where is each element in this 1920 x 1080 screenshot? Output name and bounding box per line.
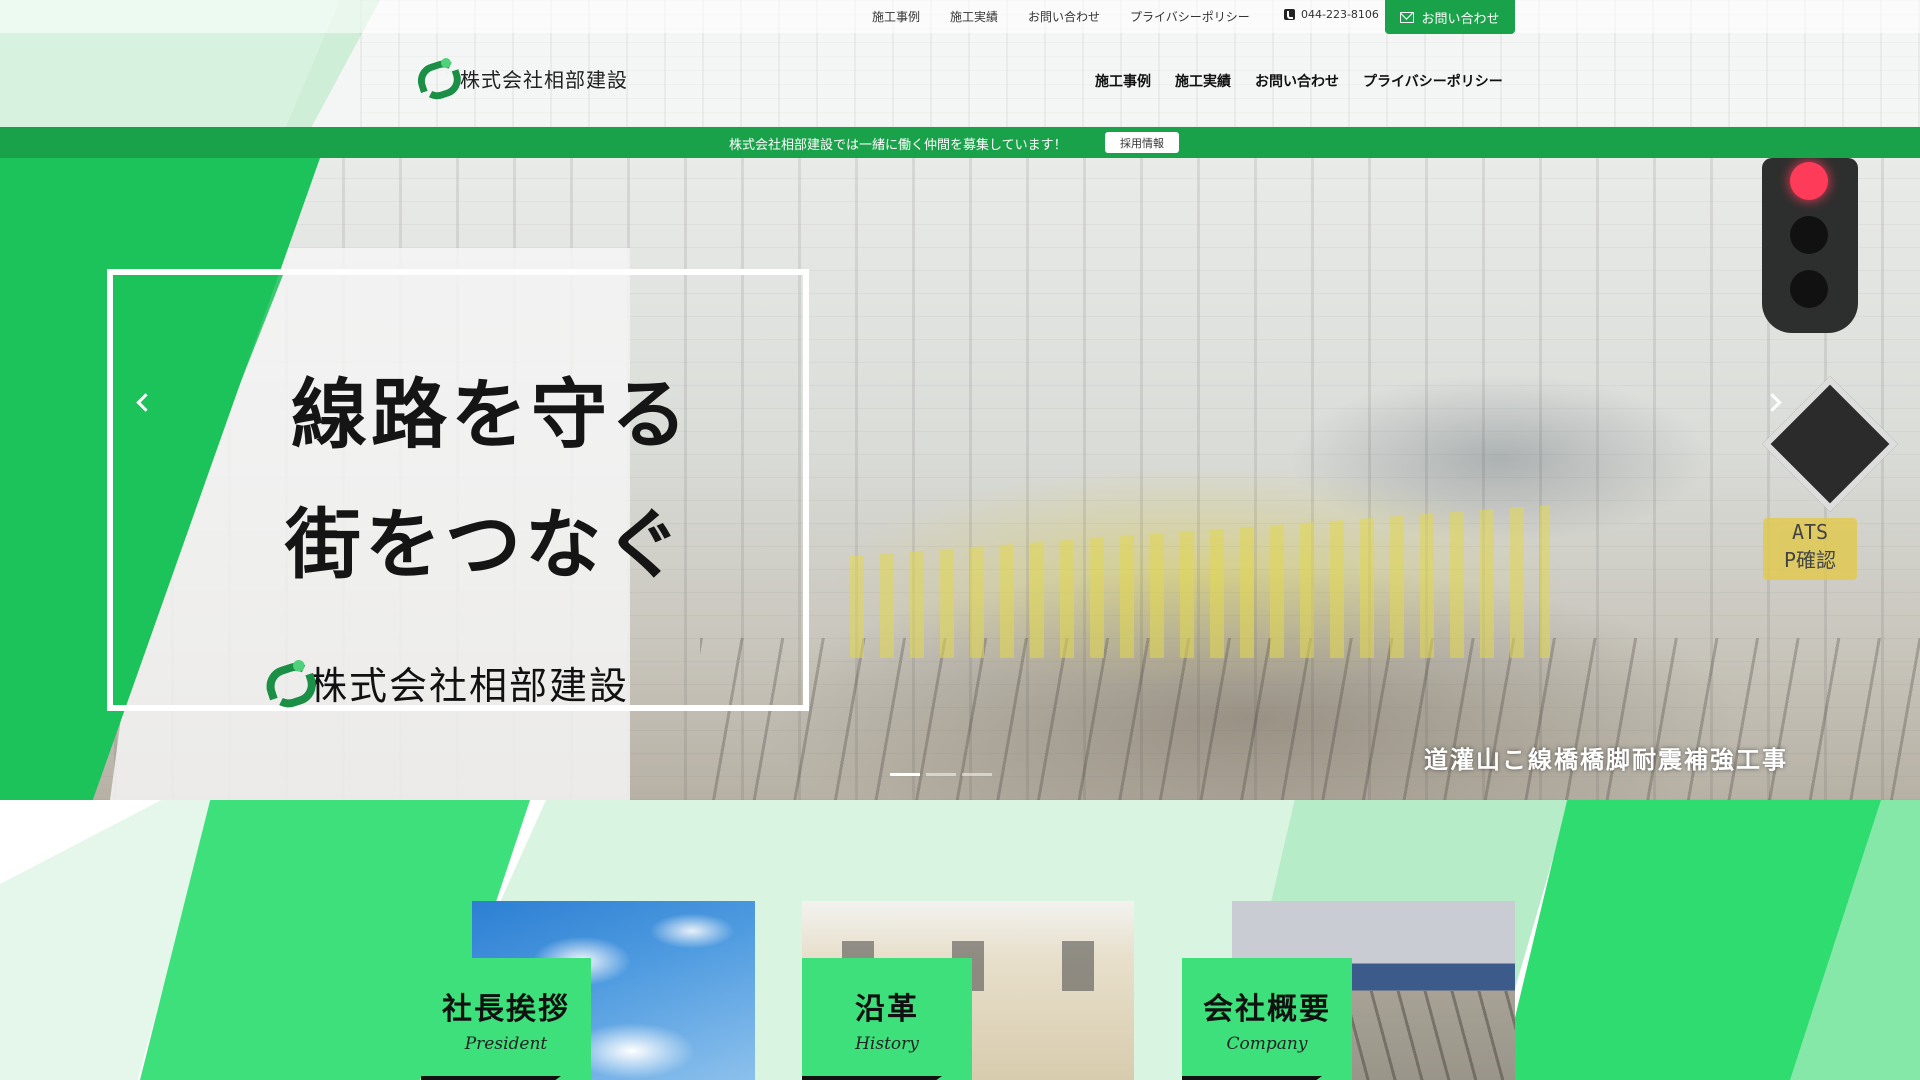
card-title: 社長挨拶 — [442, 992, 570, 1027]
railway-signal-image — [1762, 158, 1858, 333]
recruit-message: 株式会社相部建設では一緒に働く仲間を募集しています！ — [729, 138, 1067, 153]
card-president[interactable]: 社長挨拶 President — [421, 901, 755, 1080]
top-link-achievements[interactable]: 施工実績 — [950, 8, 998, 25]
recruit-info-button[interactable]: 採用情報 — [1105, 132, 1179, 153]
logo-mark-icon — [413, 55, 466, 104]
top-utility-bar: 施工事例 施工実績 お問い合わせ プライバシーポリシー 044-223-8106… — [0, 0, 1920, 34]
mail-icon — [1400, 11, 1415, 23]
nav-item-achievements[interactable]: 施工実績 — [1175, 71, 1231, 91]
card-history[interactable]: 沿革 History — [802, 901, 1134, 1080]
menu-section: 社長挨拶 President 沿革 History 会社概要 Company — [0, 800, 1920, 1080]
phone-number-text: 044-223-8106 — [1301, 8, 1379, 21]
logo-text: 株式会社相部建設 — [460, 67, 628, 92]
nav-item-case-studies[interactable]: 施工事例 — [1095, 71, 1151, 91]
card-label: 会社概要 Company — [1182, 958, 1352, 1080]
top-link-contact[interactable]: お問い合わせ — [1028, 8, 1100, 25]
logo-mark-icon — [261, 656, 322, 713]
card-company[interactable]: 会社概要 Company — [1182, 901, 1515, 1080]
slide-indicator[interactable] — [962, 773, 992, 776]
contact-button-label: お問い合わせ — [1421, 11, 1500, 27]
card-subtitle: Company — [1226, 1034, 1308, 1054]
slogan-logo: 株式会社相部建設 — [261, 655, 630, 713]
hero-slider: ATS P確認 線路を守る 街をつなぐ 株式会社相部建設 道灌山こ線橋橋脚耐震補… — [0, 158, 1920, 800]
next-slide-arrow-icon[interactable] — [1760, 388, 1790, 418]
card-subtitle: President — [464, 1034, 548, 1054]
slide-caption: 道灌山こ線橋橋脚耐震補強工事 — [1424, 745, 1788, 774]
slide-indicator[interactable] — [890, 773, 920, 776]
site-logo[interactable]: 株式会社相部建設 — [413, 55, 628, 104]
nav-item-contact[interactable]: お問い合わせ — [1255, 71, 1339, 91]
card-title: 会社概要 — [1203, 992, 1331, 1027]
slide-indicator[interactable] — [926, 773, 956, 776]
card-label: 沿革 History — [802, 958, 972, 1080]
top-link-privacy-policy[interactable]: プライバシーポリシー — [1130, 8, 1250, 25]
nav-item-privacy-policy[interactable]: プライバシーポリシー — [1363, 71, 1503, 91]
card-subtitle: History — [855, 1034, 919, 1054]
contact-button[interactable]: お問い合わせ — [1385, 0, 1515, 34]
phone-icon — [1284, 9, 1295, 20]
phone-number[interactable]: 044-223-8106 — [1284, 8, 1379, 21]
slogan-line-2: 街をつなぐ — [285, 500, 685, 589]
slogan-box: 線路を守る 街をつなぐ 株式会社相部建設 — [107, 269, 809, 713]
card-label: 社長挨拶 President — [421, 958, 591, 1080]
ats-sign: ATS P確認 — [1763, 518, 1857, 580]
recruit-banner: 株式会社相部建設では一緒に働く仲間を募集しています！ 採用情報 — [0, 127, 1920, 158]
prev-slide-arrow-icon[interactable] — [130, 388, 160, 418]
slogan-logo-text: 株式会社相部建設 — [309, 664, 630, 708]
top-link-case-studies[interactable]: 施工事例 — [872, 8, 920, 25]
slide-indicators — [890, 773, 992, 776]
card-title: 沿革 — [855, 992, 919, 1027]
slogan-line-1: 線路を守る — [291, 370, 691, 459]
